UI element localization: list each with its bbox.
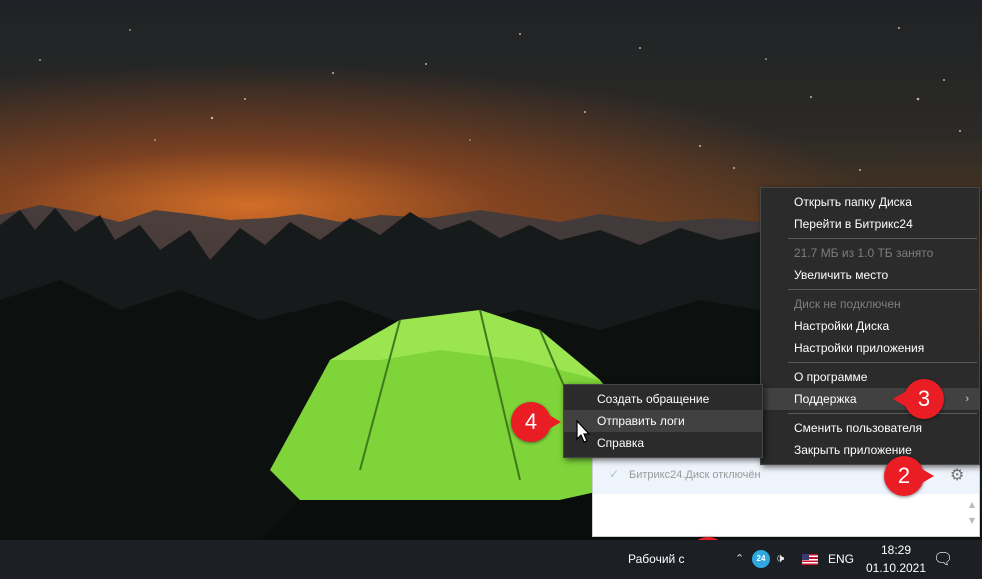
menu-item-increase-space[interactable]: Увеличить место [761, 264, 979, 286]
submenu-item-create-request[interactable]: Создать обращение [564, 388, 762, 410]
submenu-arrow-icon: › [965, 393, 969, 405]
submenu-item-help[interactable]: Справка [564, 432, 762, 454]
menu-item-open-folder[interactable]: Открыть папку Диска [761, 191, 979, 213]
support-submenu: Создать обращение Отправить логи Справка [563, 384, 763, 458]
menu-item-support[interactable]: Поддержка › [761, 388, 979, 410]
callout-badge-4: 4 [511, 402, 551, 442]
gear-icon[interactable]: ⚙ [950, 465, 964, 484]
menu-item-disk-not-connected: Диск не подключен [794, 297, 901, 311]
menu-item-support-label: Поддержка [794, 392, 857, 406]
menu-item-app-settings[interactable]: Настройки приложения [761, 337, 979, 359]
us-flag-icon[interactable] [802, 554, 818, 565]
clock-time[interactable]: 18:29 [870, 543, 922, 557]
desktop-toolbar-label[interactable]: Рабочий с [628, 552, 685, 566]
menu-separator [788, 238, 977, 239]
submenu-item-send-logs[interactable]: Отправить логи [564, 410, 762, 432]
callout-badge-4-pointer [549, 415, 561, 429]
bitrix24-tray-icon[interactable]: 24 [752, 550, 770, 568]
speaker-icon[interactable]: 🕩 [776, 550, 784, 566]
menu-item-about[interactable]: О программе [761, 366, 979, 388]
callout-badge-2-pointer [922, 469, 934, 483]
clock-date[interactable]: 01.10.2021 [861, 561, 931, 575]
menu-item-storage-usage: 21.7 МБ из 1.0 ТБ занято [794, 246, 934, 260]
check-icon: ✓ [609, 467, 620, 481]
menu-item-switch-user[interactable]: Сменить пользователя [761, 417, 979, 439]
notification-center-icon[interactable]: 🗨 [933, 549, 953, 569]
menu-separator [788, 289, 977, 290]
callout-badge-3: 3 [904, 379, 944, 419]
menu-item-disk-settings[interactable]: Настройки Диска [761, 315, 979, 337]
disk-status-text: Битрикс24.Диск отключён [629, 469, 761, 481]
scroll-up-arrow-icon[interactable]: ▲ [969, 500, 975, 509]
callout-badge-3-pointer [893, 392, 905, 406]
callout-badge-2: 2 [884, 456, 924, 496]
menu-item-go-to-bitrix24[interactable]: Перейти в Битрикс24 [761, 213, 979, 235]
scroll-down-arrow-icon[interactable]: ▼ [969, 516, 975, 525]
show-hidden-icons-chevron-icon[interactable]: ⌃ [735, 552, 744, 565]
menu-separator [788, 413, 977, 414]
disk-context-menu: Открыть папку Диска Перейти в Битрикс24 … [760, 187, 980, 465]
taskbar: Рабочий с ⌃ 24 🕩 ENG 18:29 01.10.2021 🗨 [0, 540, 982, 579]
menu-separator [788, 362, 977, 363]
mouse-cursor-icon [576, 420, 591, 443]
menu-item-close-app[interactable]: Закрыть приложение [761, 439, 979, 461]
language-indicator[interactable]: ENG [828, 552, 854, 566]
